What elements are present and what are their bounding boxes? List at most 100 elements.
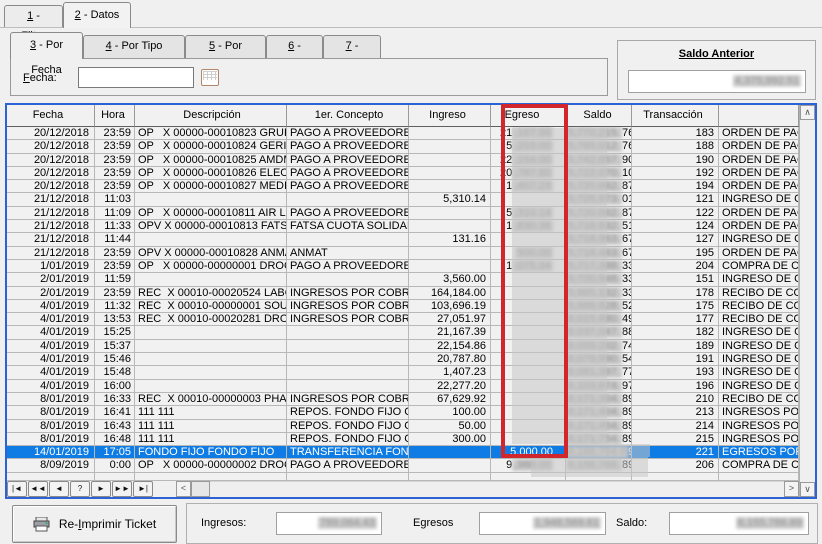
cell-concepto[interactable]: REPOS. FONDO FIJO COMPRAS [287, 420, 409, 433]
cell-transaccion[interactable]: 213 [632, 406, 719, 419]
vscroll-track[interactable] [800, 120, 815, 482]
cell-concepto[interactable]: PAGO A PROVEEDORES [287, 260, 409, 273]
cell-descripcion[interactable]: 111 111 [135, 420, 287, 433]
cell-transaccion[interactable]: 177 [632, 313, 719, 326]
cell-ingreso[interactable]: 67,629.92 [409, 393, 491, 406]
cell-fecha[interactable]: 20/12/2018 [7, 167, 95, 180]
cell-transaccion[interactable]: 127 [632, 233, 719, 246]
col-header-ingreso[interactable]: Ingreso [409, 105, 491, 127]
cell-concepto[interactable] [287, 353, 409, 366]
cell-descripcion[interactable]: OP X 00000-00010824 GERIC [135, 140, 287, 153]
cell-descripcion[interactable]: OPV X 00000-00010813 FATS [135, 220, 287, 233]
cell-ingreso[interactable]: 5,310.14 [409, 193, 491, 206]
cell-fecha[interactable]: 4/01/2019 [7, 353, 95, 366]
cell-tipo[interactable]: INGRESOS POR [719, 420, 799, 433]
cell-ingreso[interactable]: 164,184.00 [409, 287, 491, 300]
cell-ingreso[interactable] [409, 180, 491, 193]
cell-descripcion[interactable]: OP X 00000-00010826 ELECT [135, 167, 287, 180]
cell-ingreso[interactable] [409, 459, 491, 472]
cell-tipo[interactable]: INGRESO DE CI [719, 193, 799, 206]
cell-descripcion[interactable] [135, 473, 287, 480]
tab-por-transac[interactable]: 5 - Por Transac. [185, 35, 266, 58]
table-row[interactable]: 20/12/201823:59OP X 00000-00010823 GRUPP… [7, 127, 799, 140]
hscroll-track[interactable] [210, 481, 784, 497]
cell-concepto[interactable]: PAGO A PROVEEDORES [287, 154, 409, 167]
cell-descripcion[interactable]: OP X 00000-00010825 AMDM [135, 154, 287, 167]
cell-concepto[interactable]: PAGO A PROVEEDORES [287, 127, 409, 140]
cell-concepto[interactable]: REPOS. FONDO FIJO COMPRAS [287, 433, 409, 446]
cell-tipo[interactable]: RECIBO DE COB [719, 287, 799, 300]
cell-descripcion[interactable]: OP X 00000-00000001 DROG [135, 260, 287, 273]
cell-concepto[interactable]: PAGO A PROVEEDORES [287, 207, 409, 220]
table-row[interactable]: 4/01/201915:481,407.236,081,397.77193ING… [7, 366, 799, 379]
table-row[interactable]: 20/12/201823:59OP X 00000-00010827 MEDIC… [7, 180, 799, 193]
col-header-tipo[interactable] [719, 105, 799, 127]
tab-por-fecha[interactable]: 3 - Por Fecha [10, 32, 83, 59]
cell-descripcion[interactable] [135, 353, 287, 366]
col-header-transaccion[interactable]: Transacción [632, 105, 719, 127]
cell-transaccion[interactable]: 178 [632, 287, 719, 300]
table-row[interactable]: 8/01/201916:43111 111REPOS. FONDO FIJO C… [7, 420, 799, 433]
cell-ingreso[interactable]: 100.00 [409, 406, 491, 419]
cell-fecha[interactable]: 8/09/2019 [7, 459, 95, 472]
cell-tipo[interactable]: ORDEN DE PAG [719, 167, 799, 180]
cell-fecha[interactable]: 20/12/2018 [7, 154, 95, 167]
table-row[interactable]: 2/01/201923:59REC X 00010-00020524 LABOI… [7, 287, 799, 300]
table-row[interactable]: 4/01/201911:32REC X 00010-00000001 SOUEI… [7, 300, 799, 313]
cell-concepto[interactable] [287, 380, 409, 393]
cell-hora[interactable]: 11:33 [95, 220, 135, 233]
cell-transaccion[interactable]: 122 [632, 207, 719, 220]
cell-ingreso[interactable] [409, 207, 491, 220]
cell-tipo[interactable]: INGRESO DE CI [719, 326, 799, 339]
cell-transaccion[interactable]: 182 [632, 326, 719, 339]
tab-por-tipo-movim[interactable]: 4 - Por Tipo Movim. [83, 35, 185, 58]
col-header-fecha[interactable]: Fecha [7, 105, 95, 127]
cell-ingreso[interactable]: 20,787.80 [409, 353, 491, 366]
cell-hora[interactable]: 16:43 [95, 420, 135, 433]
cell-fecha[interactable]: 14/01/2019 [7, 446, 95, 459]
cell-hora[interactable]: 23:59 [95, 180, 135, 193]
cell-transaccion[interactable]: 192 [632, 167, 719, 180]
cell-tipo[interactable]: INGRESO DE CI [719, 233, 799, 246]
cell-hora[interactable]: 15:48 [95, 366, 135, 379]
col-header-hora[interactable]: Hora [95, 105, 135, 127]
cell-concepto[interactable]: INGRESOS POR COBRANZAS [287, 300, 409, 313]
cell-descripcion[interactable]: REC X 00010-00020524 LABO [135, 287, 287, 300]
cell-concepto[interactable]: INGRESOS POR COBRANZAS [287, 313, 409, 326]
cell-tipo[interactable]: INGRESO DE CI [719, 353, 799, 366]
hscroll-right-icon[interactable]: > [784, 481, 799, 497]
cell-fecha[interactable]: 1/01/2019 [7, 260, 95, 273]
cell-tipo[interactable]: ORDEN DE PAG [719, 154, 799, 167]
cell-fecha[interactable]: 20/12/2018 [7, 180, 95, 193]
table-row[interactable]: 2/01/201911:593,560.005,720,948.33151ING… [7, 273, 799, 286]
cell-transaccion[interactable]: 190 [632, 154, 719, 167]
cell-ingreso[interactable] [409, 140, 491, 153]
cell-ingreso[interactable] [409, 260, 491, 273]
cell-fecha[interactable]: 4/01/2019 [7, 300, 95, 313]
cell-descripcion[interactable] [135, 380, 287, 393]
table-row[interactable]: 8/01/201916:33REC X 00010-00000003 PHARI… [7, 393, 799, 406]
table-row[interactable]: 8/01/201916:48111 111REPOS. FONDO FIJO C… [7, 433, 799, 446]
cell-descripcion[interactable]: 111 111 [135, 406, 287, 419]
cell-fecha[interactable]: 8/01/2019 [7, 393, 95, 406]
cell-ingreso[interactable] [409, 473, 491, 480]
cell-transaccion[interactable]: 210 [632, 393, 719, 406]
help-button[interactable]: ? [70, 481, 90, 497]
cell-fecha[interactable]: 4/01/2019 [7, 380, 95, 393]
cell-fecha[interactable]: 4/01/2019 [7, 366, 95, 379]
cell-descripcion[interactable]: REC X 00010-00020281 DROG [135, 313, 287, 326]
calendar-icon[interactable] [201, 69, 219, 86]
cell-descripcion[interactable] [135, 273, 287, 286]
cell-tipo[interactable]: ORDEN DE PAG [719, 180, 799, 193]
cell-tipo[interactable]: ORDEN DE PAG [719, 207, 799, 220]
cell-ingreso[interactable]: 27,051.97 [409, 313, 491, 326]
cell-fecha[interactable]: 21/12/2018 [7, 220, 95, 233]
cell-tipo[interactable]: RECIBO DE COB [719, 393, 799, 406]
cell-hora[interactable]: 23:59 [95, 260, 135, 273]
cell-hora[interactable]: 23:59 [95, 167, 135, 180]
cell-ingreso[interactable] [409, 154, 491, 167]
cell-concepto[interactable] [287, 273, 409, 286]
cell-fecha[interactable] [7, 473, 95, 480]
cell-tipo[interactable]: RECIBO DE COB [719, 313, 799, 326]
cell-tipo[interactable]: INGRESO DE CI [719, 380, 799, 393]
